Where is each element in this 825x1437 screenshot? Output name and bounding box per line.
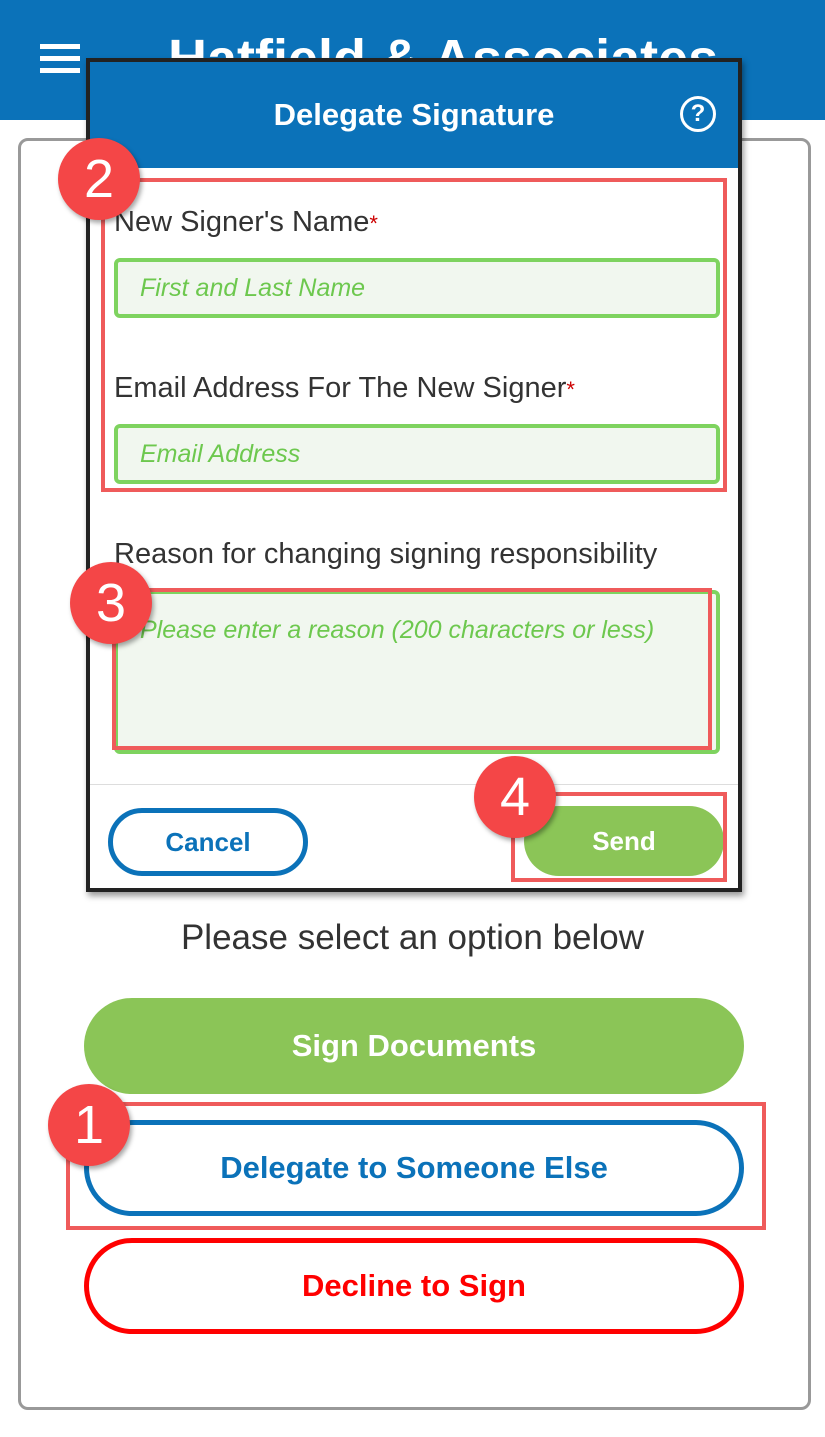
sign-documents-button[interactable]: Sign Documents <box>84 998 744 1094</box>
cancel-button[interactable]: Cancel <box>108 808 308 876</box>
highlight-delegate <box>66 1102 766 1230</box>
prompt-text: Please select an option below <box>180 918 645 957</box>
step-badge-1: 1 <box>48 1084 130 1166</box>
step-badge-4: 4 <box>474 756 556 838</box>
step-badge-3: 3 <box>70 562 152 644</box>
dialog-header: Delegate Signature ? <box>90 62 738 168</box>
hamburger-menu-icon[interactable] <box>40 44 80 74</box>
step-badge-2: 2 <box>58 138 140 220</box>
highlight-reason <box>112 588 712 750</box>
help-icon[interactable]: ? <box>680 96 716 132</box>
dialog-title: Delegate Signature <box>273 97 555 132</box>
footer-divider <box>90 784 738 785</box>
reason-label: Reason for changing signing responsibili… <box>114 538 658 570</box>
decline-button[interactable]: Decline to Sign <box>84 1238 744 1334</box>
highlight-signer-fields <box>101 178 727 492</box>
